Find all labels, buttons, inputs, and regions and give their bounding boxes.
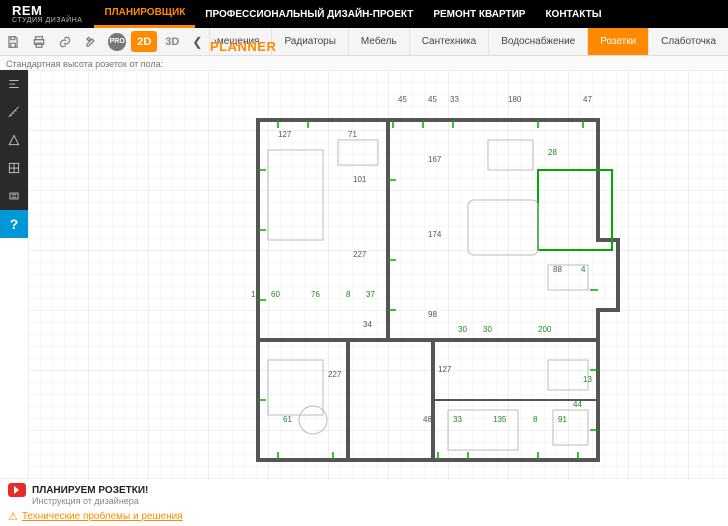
dim-r3: 101 <box>353 175 366 184</box>
dim-r6: 174 <box>428 230 441 239</box>
tab-water[interactable]: Водоснабжение <box>488 28 587 55</box>
tab-sockets[interactable]: Розетки <box>587 28 648 55</box>
dim-top-b: 45 <box>428 95 437 104</box>
logo-left: REM <box>12 3 42 18</box>
tab-lowcurrent[interactable]: Слаботочка <box>648 28 728 55</box>
dim-r25: 8 <box>533 415 537 424</box>
tool-measure-icon[interactable] <box>0 98 28 126</box>
dim-r21: 61 <box>283 415 292 424</box>
dim-top-e: 47 <box>583 95 592 104</box>
tool-layers-icon[interactable] <box>0 182 28 210</box>
nav-item-repair[interactable]: РЕМОНТ КВАРТИР <box>423 0 535 28</box>
dim-r4: 167 <box>428 155 441 164</box>
dim-r16: 34 <box>363 320 372 329</box>
dim-r1: 127 <box>278 130 291 139</box>
dim-r10: 76 <box>311 290 320 299</box>
dim-r11: 8 <box>346 290 350 299</box>
tool-area-icon[interactable] <box>0 126 28 154</box>
dim-r28: 44 <box>573 400 582 409</box>
tabs-scroll-left-icon[interactable]: ❮ <box>186 28 208 55</box>
nav-item-contacts[interactable]: КОНТАКТЫ <box>535 0 611 28</box>
top-bar: REMPLANNER СТУДИЯ ДИЗАЙНА ПЛАНИРОВЩИК ПР… <box>0 0 728 28</box>
dim-r22: 48 <box>423 415 432 424</box>
dim-r13: 88 <box>553 265 562 274</box>
nav-item-design[interactable]: ПРОФЕССИОНАЛЬНЫЙ ДИЗАЙН-ПРОЕКТ <box>195 0 423 28</box>
tool-text-icon[interactable] <box>0 70 28 98</box>
tab-furniture[interactable]: Мебель <box>348 28 409 55</box>
youtube-icon[interactable] <box>8 483 26 497</box>
save-icon[interactable] <box>0 28 26 55</box>
dim-r18: 30 <box>483 325 492 334</box>
mode-3d[interactable]: 3D <box>158 28 186 55</box>
dim-r19: 200 <box>538 325 551 334</box>
dim-r8: 17 <box>251 290 260 299</box>
dim-top-a: 45 <box>398 95 407 104</box>
dim-r26: 91 <box>558 415 567 424</box>
print-icon[interactable] <box>26 28 52 55</box>
dim-r20: 127 <box>438 365 451 374</box>
logo-right: PLANNER <box>210 40 276 53</box>
dim-r29: 227 <box>328 370 341 379</box>
dim-r17: 30 <box>458 325 467 334</box>
mode-2d[interactable]: 2D <box>131 31 157 52</box>
dim-r15: 98 <box>428 310 437 319</box>
left-toolbar: ? <box>0 70 28 238</box>
dim-r9: 60 <box>271 290 280 299</box>
logo[interactable]: REMPLANNER СТУДИЯ ДИЗАЙНА <box>0 4 94 24</box>
logo-sub: СТУДИЯ ДИЗАЙНА <box>12 17 82 24</box>
dim-r2: 71 <box>348 130 357 139</box>
dim-top-c: 33 <box>450 95 459 104</box>
dim-r5: 28 <box>548 148 557 157</box>
floor-plan[interactable] <box>238 110 638 478</box>
dim-r27: 13 <box>583 375 592 384</box>
footer-video-sub: Инструкция от дизайнера <box>32 496 720 506</box>
footer-video-title[interactable]: ПЛАНИРУЕМ РОЗЕТКИ! <box>32 485 148 496</box>
nav-item-planner[interactable]: ПЛАНИРОВЩИК <box>94 0 195 28</box>
dim-r12: 37 <box>366 290 375 299</box>
tools-icon[interactable] <box>78 28 104 55</box>
help-button[interactable]: ? <box>0 210 28 238</box>
warning-icon: ⚠ <box>8 510 18 523</box>
dim-top-d: 180 <box>508 95 521 104</box>
link-icon[interactable] <box>52 28 78 55</box>
tab-strip: ›мещения Радиаторы Мебель Сантехника Вод… <box>209 28 728 55</box>
dim-r14: 4 <box>581 265 585 274</box>
dim-r24: 135 <box>493 415 506 424</box>
footer-issues-link[interactable]: Технические проблемы и решения <box>22 511 183 522</box>
main-nav: ПЛАНИРОВЩИК ПРОФЕССИОНАЛЬНЫЙ ДИЗАЙН-ПРОЕ… <box>94 0 611 28</box>
footer: ПЛАНИРУЕМ РОЗЕТКИ! Инструкция от дизайне… <box>0 478 728 526</box>
dim-r7: 227 <box>353 250 366 259</box>
tab-radiators[interactable]: Радиаторы <box>271 28 347 55</box>
dim-r23: 33 <box>453 415 462 424</box>
tool-grid-icon[interactable] <box>0 154 28 182</box>
pro-badge[interactable]: PRO <box>104 28 130 55</box>
canvas-area[interactable]: 45 45 33 180 47 <box>28 70 728 478</box>
tool-row: PRO 2D 3D ❮ ›мещения Радиаторы Мебель Са… <box>0 28 728 56</box>
tab-plumbing[interactable]: Сантехника <box>409 28 489 55</box>
